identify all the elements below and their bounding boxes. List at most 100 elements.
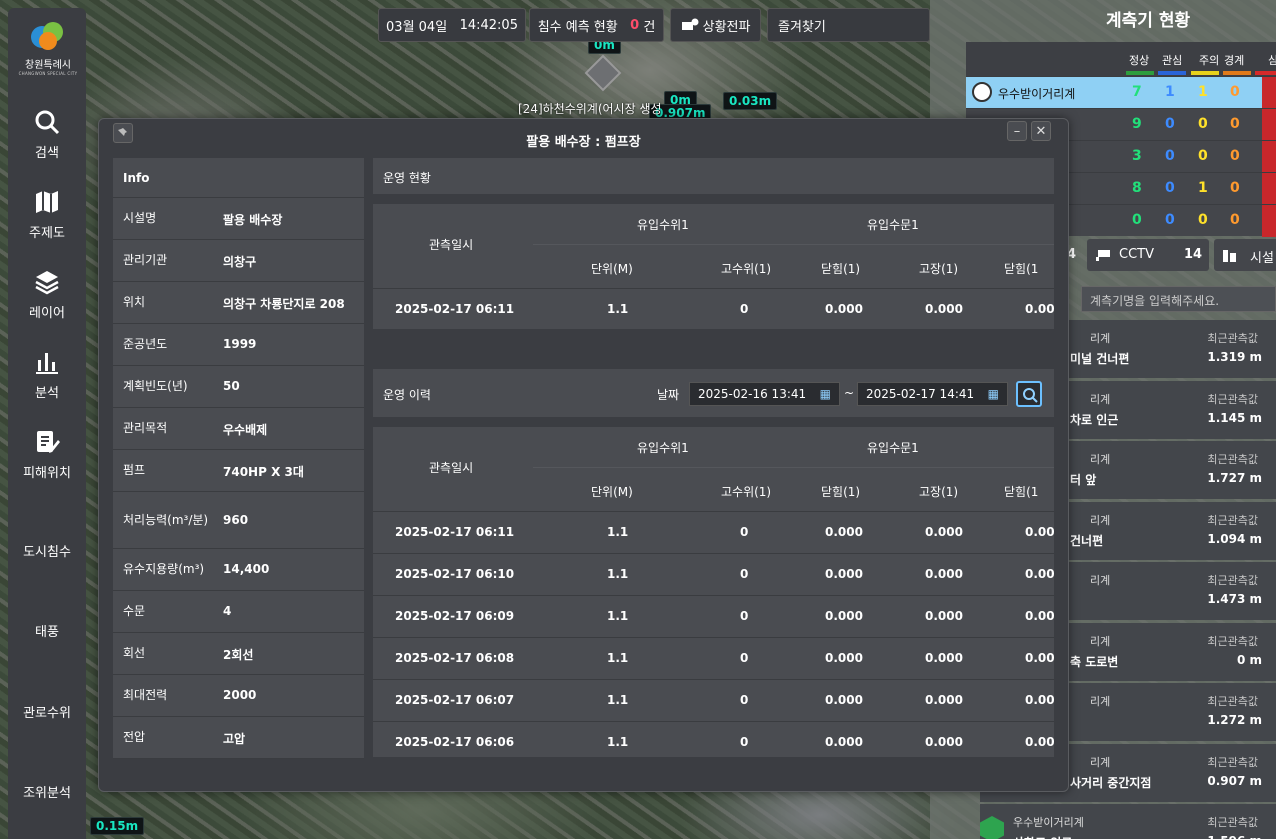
table-cell: 2025-02-17 06:06 xyxy=(395,735,515,749)
column-header: 단위(M) xyxy=(591,485,633,499)
search-icon xyxy=(1023,388,1038,403)
alarm-column-cell xyxy=(1262,205,1276,237)
table-cell: 1.1 xyxy=(607,609,629,623)
column-header: 관측일시 xyxy=(429,461,474,475)
map-station-text: [24]하천수위계(어시장 생성 xyxy=(518,102,662,116)
table-cell: 0.000 xyxy=(825,693,863,707)
tab-count: 14 xyxy=(1184,247,1203,262)
nav-typhoon[interactable]: 태풍 xyxy=(8,621,86,640)
section-title: 운영 이력 xyxy=(383,388,431,402)
table-cell: 2025-02-17 06:10 xyxy=(395,567,515,581)
table-cell: 0.000 xyxy=(925,302,963,316)
info-key: 시설명 xyxy=(123,211,157,225)
column-header: 닫힘(1 xyxy=(1004,262,1039,276)
nav-label: 주제도 xyxy=(29,226,65,241)
nav-layer[interactable]: 레이어 xyxy=(8,268,86,321)
table-cell: 0.00 xyxy=(1025,609,1054,623)
status-count: 1 xyxy=(1198,84,1208,100)
info-key: 관리기관 xyxy=(123,253,168,267)
nav-tide-analysis[interactable]: 조위분석 xyxy=(8,782,86,801)
nav-urban-flood[interactable]: 도시침수 xyxy=(8,541,86,560)
alarm-column-cell xyxy=(1262,141,1276,173)
minimize-button[interactable]: – xyxy=(1007,121,1027,141)
table-cell: 0.000 xyxy=(925,567,963,581)
column-header: 경계 xyxy=(1224,54,1245,67)
city-logo[interactable]: 창원특례시 CHANGWON SPECIAL CITY xyxy=(16,16,80,80)
table-cell: 0 xyxy=(740,302,749,316)
gauge-type: 리계 xyxy=(1090,453,1111,466)
info-key: 전압 xyxy=(123,730,146,744)
info-value: 2000 xyxy=(223,688,257,702)
nav-analysis[interactable]: 분석 xyxy=(8,348,86,401)
alert-broadcast-button[interactable]: 상황전파 xyxy=(670,8,761,42)
nav-label: 분석 xyxy=(35,386,59,401)
gauge-search-input[interactable]: 계측기명을 입력해주세요. xyxy=(1081,286,1276,312)
calendar-icon[interactable]: ▦ xyxy=(820,387,831,401)
table-cell: 0 xyxy=(740,651,749,665)
info-key: 최대전력 xyxy=(123,688,168,702)
flood-unit: 건 xyxy=(643,19,656,35)
date-separator: ~ xyxy=(844,386,855,400)
gauge-list-item[interactable]: 우수받이거리계 최근관측값사화교 인근 1.596 m xyxy=(980,804,1276,839)
table-cell: 1.1 xyxy=(607,693,629,707)
status-count: 0 xyxy=(1165,116,1175,132)
column-group-header: 유입수문1 xyxy=(867,218,919,232)
latest-value-label: 최근관측값 xyxy=(1207,332,1258,345)
map-level-label[interactable]: 0.03m xyxy=(723,92,778,110)
search-button[interactable] xyxy=(1016,381,1042,407)
table-cell: 0.00 xyxy=(1025,302,1054,316)
info-row: 처리능력(m³/분) 960 xyxy=(113,492,364,549)
column-header: 닫힘(1) xyxy=(821,262,861,276)
map-level-label[interactable]: 0.15m xyxy=(90,817,145,835)
favorites-button[interactable]: 즐겨찾기 xyxy=(767,8,930,42)
row-divider xyxy=(373,679,1054,680)
date-from-input[interactable]: 2025-02-16 13:41 ▦ xyxy=(689,382,840,406)
alarm-column-cell xyxy=(1262,77,1276,109)
tab-cctv[interactable]: CCTV 14 xyxy=(1087,239,1209,271)
nav-damage-location[interactable]: 피해위치 xyxy=(8,428,86,481)
nav-theme-map[interactable]: 주제도 xyxy=(8,188,86,241)
status-count: 0 xyxy=(1230,148,1240,164)
date-to-value: 2025-02-17 14:41 xyxy=(866,387,975,401)
info-row: 준공년도 1999 xyxy=(113,324,364,366)
calendar-icon[interactable]: ▦ xyxy=(988,387,999,401)
info-row: 전압 고압 xyxy=(113,717,364,759)
latest-value-label: 최근관측값 xyxy=(1207,755,1258,769)
gauge-type: 리계 xyxy=(1090,392,1111,406)
row-divider xyxy=(373,595,1054,596)
info-value: 의창구 xyxy=(223,255,257,269)
layers-icon xyxy=(35,271,59,295)
info-panel: Info 시설명 팔용 배수장 관리기관 의창구 위치 의창구 차룡단지로 208 준공년도… xyxy=(113,158,364,759)
nav-search[interactable]: 검색 xyxy=(8,108,86,161)
date-to-input[interactable]: 2025-02-17 14:41 ▦ xyxy=(857,382,1008,406)
gauge-status-row[interactable]: 우수받이거리계 7 1 1 0 xyxy=(966,76,1276,109)
table-cell: 0.00 xyxy=(1025,693,1054,707)
column-header: 관심 xyxy=(1162,54,1183,67)
gauge-value: 1.727 m xyxy=(1207,471,1262,485)
latest-value-label: 최근관측값 xyxy=(1207,634,1258,648)
latest-value-label: 최근관측값 xyxy=(1207,816,1258,829)
table-cell: 0.000 xyxy=(925,651,963,665)
status-count: 9 xyxy=(1132,116,1142,132)
gauge-name: 미널 건너편 xyxy=(1070,352,1130,366)
alarm-column-cell xyxy=(1262,109,1276,141)
flood-forecast-status[interactable]: 침수 예측 현황 0 건 xyxy=(529,8,664,42)
nav-label: 레이어 xyxy=(29,306,65,321)
gauge-type: 리계 xyxy=(1090,574,1111,587)
operation-status-bar: 운영 현황 xyxy=(373,158,1054,194)
flood-count: 0 xyxy=(630,17,640,33)
column-header: 단위(M) xyxy=(591,262,633,276)
time-text: 14:42:05 xyxy=(459,17,518,33)
tab-facility[interactable]: 시설 xyxy=(1214,239,1276,271)
status-count: 1 xyxy=(1198,180,1208,196)
station-marker-icon[interactable] xyxy=(584,54,622,92)
column-header: 정상 xyxy=(1129,54,1150,67)
status-count: 8 xyxy=(1132,180,1142,196)
info-value: 50 xyxy=(223,379,240,393)
column-header: 닫힘(1 xyxy=(1004,485,1039,499)
section-title: 운영 현황 xyxy=(383,171,431,185)
nav-pipe-level[interactable]: 관로수위 xyxy=(8,702,86,721)
close-button[interactable]: ✕ xyxy=(1031,121,1051,141)
info-key: 위치 xyxy=(123,295,146,309)
latest-value-label: 최근관측값 xyxy=(1207,392,1258,406)
